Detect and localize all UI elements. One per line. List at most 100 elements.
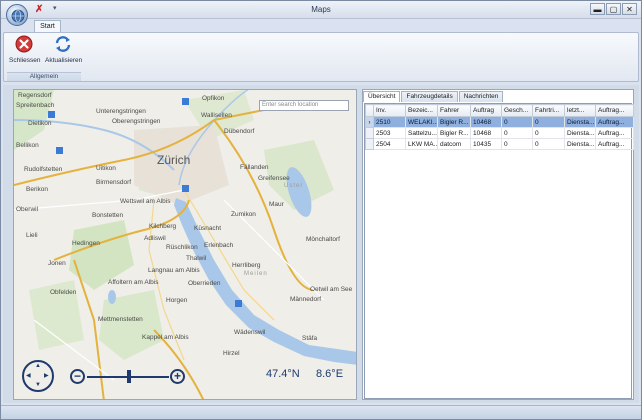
table-header-row: Inv. Bezeic... Fahrer Auftrag Gesch... F… — [365, 104, 634, 117]
map-label: Wädenswil — [234, 329, 266, 336]
table-row[interactable]: 2503 Sattelzu... Bigler R... 10468 0 0 D… — [365, 127, 634, 139]
minimize-button[interactable]: ▬ — [590, 3, 605, 15]
row-indicator-header — [365, 104, 374, 117]
map-label-zurich: Zürich — [157, 153, 191, 167]
table-cell[interactable]: Diensta... — [564, 127, 596, 139]
table-cell[interactable]: 0 — [532, 138, 565, 150]
table-cell[interactable]: Bigler R... — [437, 127, 471, 139]
row-indicator-icon — [365, 138, 374, 150]
table-cell[interactable]: 0 — [501, 138, 533, 150]
panel-tabs: Übersicht Fahrzeugdetails Nachrichten — [363, 91, 504, 102]
map-label: Zumikon — [231, 211, 256, 218]
map-label: Spreitenbach — [16, 102, 55, 109]
pan-down-icon[interactable]: ▼ — [35, 382, 41, 388]
map-label: Mönchaltorf — [306, 236, 340, 243]
table-cell[interactable]: 0 — [532, 127, 565, 139]
refresh-icon — [55, 36, 71, 52]
map-label: Maur — [269, 201, 284, 208]
column-header[interactable]: Inv. — [373, 104, 406, 117]
map-label: Fällanden — [240, 164, 269, 171]
table-cell[interactable]: 0 — [501, 127, 533, 139]
schliessen-button[interactable]: Schliessen — [9, 35, 41, 64]
latitude-readout: 47.4°N — [266, 368, 300, 380]
pan-up-icon[interactable]: ▲ — [35, 363, 41, 369]
table-cell[interactable]: Bigler R... — [437, 116, 471, 128]
table-cell[interactable]: 10435 — [470, 138, 502, 150]
column-header[interactable]: Fahrer — [437, 104, 471, 117]
table-cell[interactable]: Auftrag... — [595, 116, 634, 128]
map-label: Rüschlikon — [166, 244, 198, 251]
table-cell[interactable]: Auftrag... — [595, 127, 634, 139]
application-menu-button[interactable] — [6, 4, 28, 26]
map-label: Horgen — [166, 297, 188, 304]
status-bar — [1, 405, 641, 419]
map-label: Rudolfstetten — [24, 166, 63, 173]
zoom-out-button[interactable]: − — [70, 369, 85, 384]
map-label: Unterengstringen — [96, 108, 146, 115]
column-header[interactable]: letzt... — [564, 104, 596, 117]
tab-nachrichten[interactable]: Nachrichten — [458, 91, 504, 102]
zoom-in-button[interactable]: + — [170, 369, 185, 384]
workspace: Regensdorf Opfikon Spreitenbach Untereng… — [3, 85, 639, 403]
map-label: Erlenbach — [204, 242, 234, 249]
schliessen-label: Schliessen — [9, 57, 41, 64]
table-cell[interactable]: 0 — [532, 116, 565, 128]
map-label: Affoltern am Albis — [108, 279, 159, 286]
map-label: Greifensee — [258, 175, 290, 182]
table-cell[interactable]: 2504 — [373, 138, 406, 150]
map-label: Wettswil am Albis — [120, 198, 171, 205]
globe-icon — [11, 9, 25, 23]
map-label: Kappel am Albis — [142, 334, 189, 341]
map-label: Thalwil — [186, 255, 207, 262]
table-cell[interactable]: Auftrag... — [595, 138, 634, 150]
map-search-input[interactable]: Enter search location — [259, 100, 349, 111]
map-label: Uitikon — [96, 165, 116, 172]
map-label: Kilchberg — [149, 223, 177, 230]
column-header[interactable]: Fahrtri... — [532, 104, 565, 117]
map-label: Dietikon — [28, 120, 52, 127]
map-label: Adliswil — [144, 235, 166, 242]
table-cell[interactable]: Sattelzu... — [405, 127, 438, 139]
map-label: Hedingen — [72, 240, 100, 247]
table-cell[interactable]: 0 — [501, 116, 533, 128]
pan-right-icon[interactable]: ▶ — [44, 372, 49, 379]
table-cell[interactable]: LKW MA... — [405, 138, 438, 150]
map-label: Bellikon — [16, 142, 39, 149]
column-header[interactable]: Gesch... — [501, 104, 533, 117]
map-label: Küsnacht — [194, 225, 222, 232]
tab-fahrzeugdetails[interactable]: Fahrzeugdetails — [401, 91, 458, 102]
table-cell[interactable]: 2503 — [373, 127, 406, 139]
table-cell[interactable]: Diensta... — [564, 138, 596, 150]
column-header[interactable]: Auftrag — [470, 104, 502, 117]
table-row[interactable]: › 2510 WELAKI... Bigler R... 10468 0 0 D… — [365, 116, 634, 128]
map-label: Oberrieden — [188, 280, 221, 287]
map-label: Dübendorf — [224, 128, 255, 135]
close-window-button[interactable]: ✕ — [622, 3, 637, 15]
table-cell[interactable]: 10468 — [470, 127, 502, 139]
column-header[interactable]: Bezeic... — [405, 104, 438, 117]
table-row[interactable]: 2504 LKW MA... datcom 10435 0 0 Diensta.… — [365, 138, 634, 150]
map-label: Stäfa — [302, 335, 318, 342]
table-cell[interactable]: datcom — [437, 138, 471, 150]
row-indicator-icon: › — [365, 116, 374, 128]
table-cell[interactable]: 10468 — [470, 116, 502, 128]
map-label: Herrliberg — [232, 262, 261, 269]
maximize-button[interactable]: ▢ — [606, 3, 621, 15]
table-cell[interactable]: 2510 — [373, 116, 406, 128]
group-label-allgemein: Allgemein — [7, 72, 81, 81]
map-label: Berikon — [26, 186, 49, 193]
tab-uebersicht[interactable]: Übersicht — [363, 91, 401, 102]
table-cell[interactable]: Diensta... — [564, 116, 596, 128]
map-label: Regensdorf — [18, 92, 52, 99]
row-indicator-icon — [365, 127, 374, 139]
map-view[interactable]: Regensdorf Opfikon Spreitenbach Untereng… — [13, 89, 357, 400]
map-pan-control[interactable]: ▲ ▼ ◀ ▶ — [22, 360, 54, 392]
table-cell[interactable]: WELAKI... — [405, 116, 438, 128]
map-label: Oetwil am See — [310, 286, 353, 293]
aktualisieren-button[interactable]: Aktualisieren — [45, 35, 82, 64]
pan-left-icon[interactable]: ◀ — [26, 372, 31, 379]
zoom-slider-thumb[interactable] — [127, 370, 131, 383]
ribbon-tab-row: Start — [1, 19, 641, 33]
map-label: Oberwil — [16, 206, 39, 213]
column-header[interactable]: Auftrag... — [595, 104, 634, 117]
